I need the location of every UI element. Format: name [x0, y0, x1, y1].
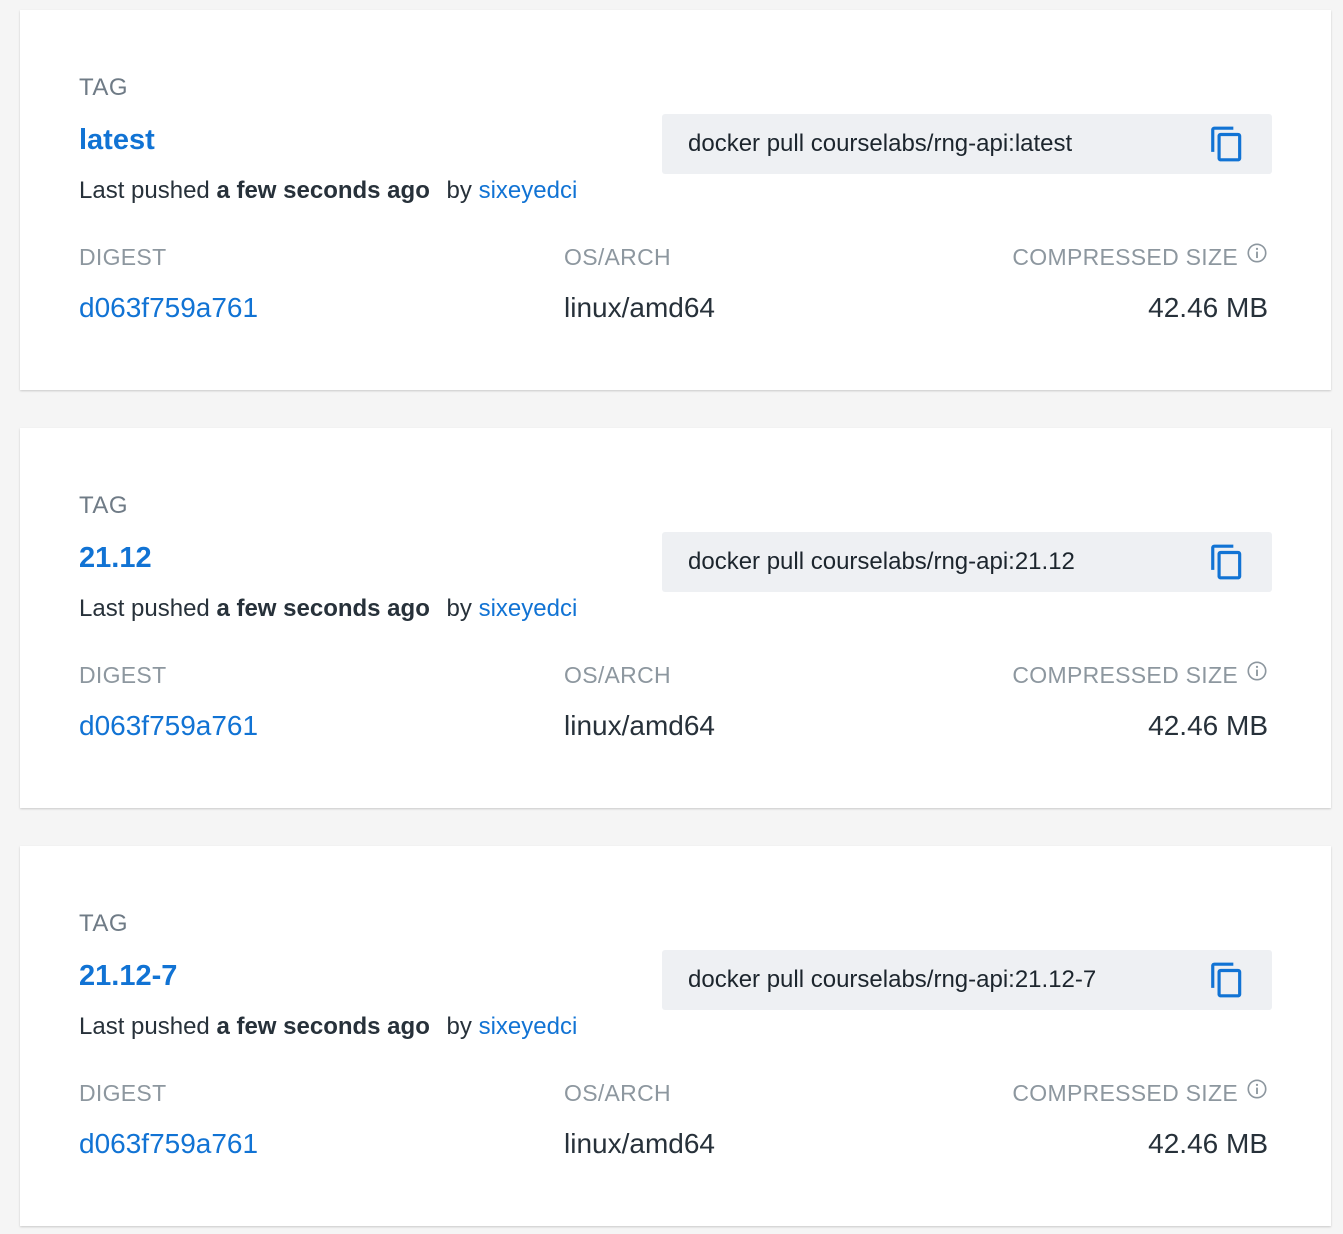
copy-icon[interactable]	[1208, 125, 1246, 163]
last-pushed-prefix: Last pushed	[79, 177, 210, 204]
osarch-value: linux/amd64	[564, 292, 715, 323]
compressed-size-label: COMPRESSED SIZE	[1012, 244, 1238, 270]
last-pushed-info: Last pushed a few seconds ago by sixeyed…	[79, 177, 577, 205]
last-pushed-prefix: Last pushed	[79, 1013, 210, 1040]
pusher-link[interactable]: sixeyedci	[479, 595, 578, 622]
digest-link[interactable]: d063f759a761	[79, 1128, 258, 1160]
compressed-size-header: COMPRESSED SIZE	[1012, 242, 1268, 271]
info-icon[interactable]	[1246, 660, 1268, 682]
tag-name-link[interactable]: 21.12	[79, 544, 152, 573]
last-pushed-info: Last pushed a few seconds ago by sixeyed…	[79, 1013, 577, 1041]
pull-command-box: docker pull courselabs/rng-api:21.12-7	[662, 950, 1272, 1010]
last-pushed-info: Last pushed a few seconds ago by sixeyed…	[79, 595, 577, 623]
pull-command-text[interactable]: docker pull courselabs/rng-api:21.12-7	[688, 966, 1096, 994]
tag-section-label: TAG	[79, 492, 129, 519]
copy-icon[interactable]	[1208, 543, 1246, 581]
osarch-header: OS/ARCH	[564, 662, 671, 688]
digest-link[interactable]: d063f759a761	[79, 710, 258, 742]
osarch-header: OS/ARCH	[564, 244, 671, 270]
osarch-value: linux/amd64	[564, 1128, 715, 1159]
compressed-size-header: COMPRESSED SIZE	[1012, 660, 1268, 689]
tag-name-link[interactable]: 21.12-7	[79, 962, 177, 991]
digest-header: DIGEST	[79, 1080, 167, 1106]
pushed-by-label: by	[446, 595, 472, 622]
digest-header: DIGEST	[79, 662, 167, 688]
pusher-link[interactable]: sixeyedci	[479, 1013, 578, 1040]
pull-command-text[interactable]: docker pull courselabs/rng-api:21.12	[688, 548, 1075, 576]
digest-link[interactable]: d063f759a761	[79, 292, 258, 324]
osarch-header: OS/ARCH	[564, 1080, 671, 1106]
tag-section-label: TAG	[79, 74, 129, 101]
pull-command-box: docker pull courselabs/rng-api:latest	[662, 114, 1272, 174]
pull-command-box: docker pull courselabs/rng-api:21.12	[662, 532, 1272, 592]
last-pushed-time: a few seconds ago	[216, 595, 430, 622]
pushed-by-label: by	[446, 1013, 472, 1040]
digest-header: DIGEST	[79, 244, 167, 270]
tag-card: TAG latest Last pushed a few seconds ago…	[20, 10, 1331, 390]
tag-list: TAG latest Last pushed a few seconds ago…	[0, 0, 1343, 1234]
compressed-size-label: COMPRESSED SIZE	[1012, 662, 1238, 688]
last-pushed-time: a few seconds ago	[216, 177, 430, 204]
compressed-size-value: 42.46 MB	[1148, 292, 1268, 323]
tag-name-link[interactable]: latest	[79, 126, 155, 155]
pusher-link[interactable]: sixeyedci	[479, 177, 578, 204]
compressed-size-value: 42.46 MB	[1148, 1128, 1268, 1159]
info-icon[interactable]	[1246, 242, 1268, 264]
last-pushed-time: a few seconds ago	[216, 1013, 430, 1040]
tag-card: TAG 21.12 Last pushed a few seconds ago …	[20, 428, 1331, 808]
compressed-size-header: COMPRESSED SIZE	[1012, 1078, 1268, 1107]
last-pushed-prefix: Last pushed	[79, 595, 210, 622]
compressed-size-value: 42.46 MB	[1148, 710, 1268, 741]
pull-command-text[interactable]: docker pull courselabs/rng-api:latest	[688, 130, 1072, 158]
info-icon[interactable]	[1246, 1078, 1268, 1100]
compressed-size-label: COMPRESSED SIZE	[1012, 1080, 1238, 1106]
pushed-by-label: by	[446, 177, 472, 204]
osarch-value: linux/amd64	[564, 710, 715, 741]
copy-icon[interactable]	[1208, 961, 1246, 999]
tag-section-label: TAG	[79, 910, 129, 937]
tag-card: TAG 21.12-7 Last pushed a few seconds ag…	[20, 846, 1331, 1226]
